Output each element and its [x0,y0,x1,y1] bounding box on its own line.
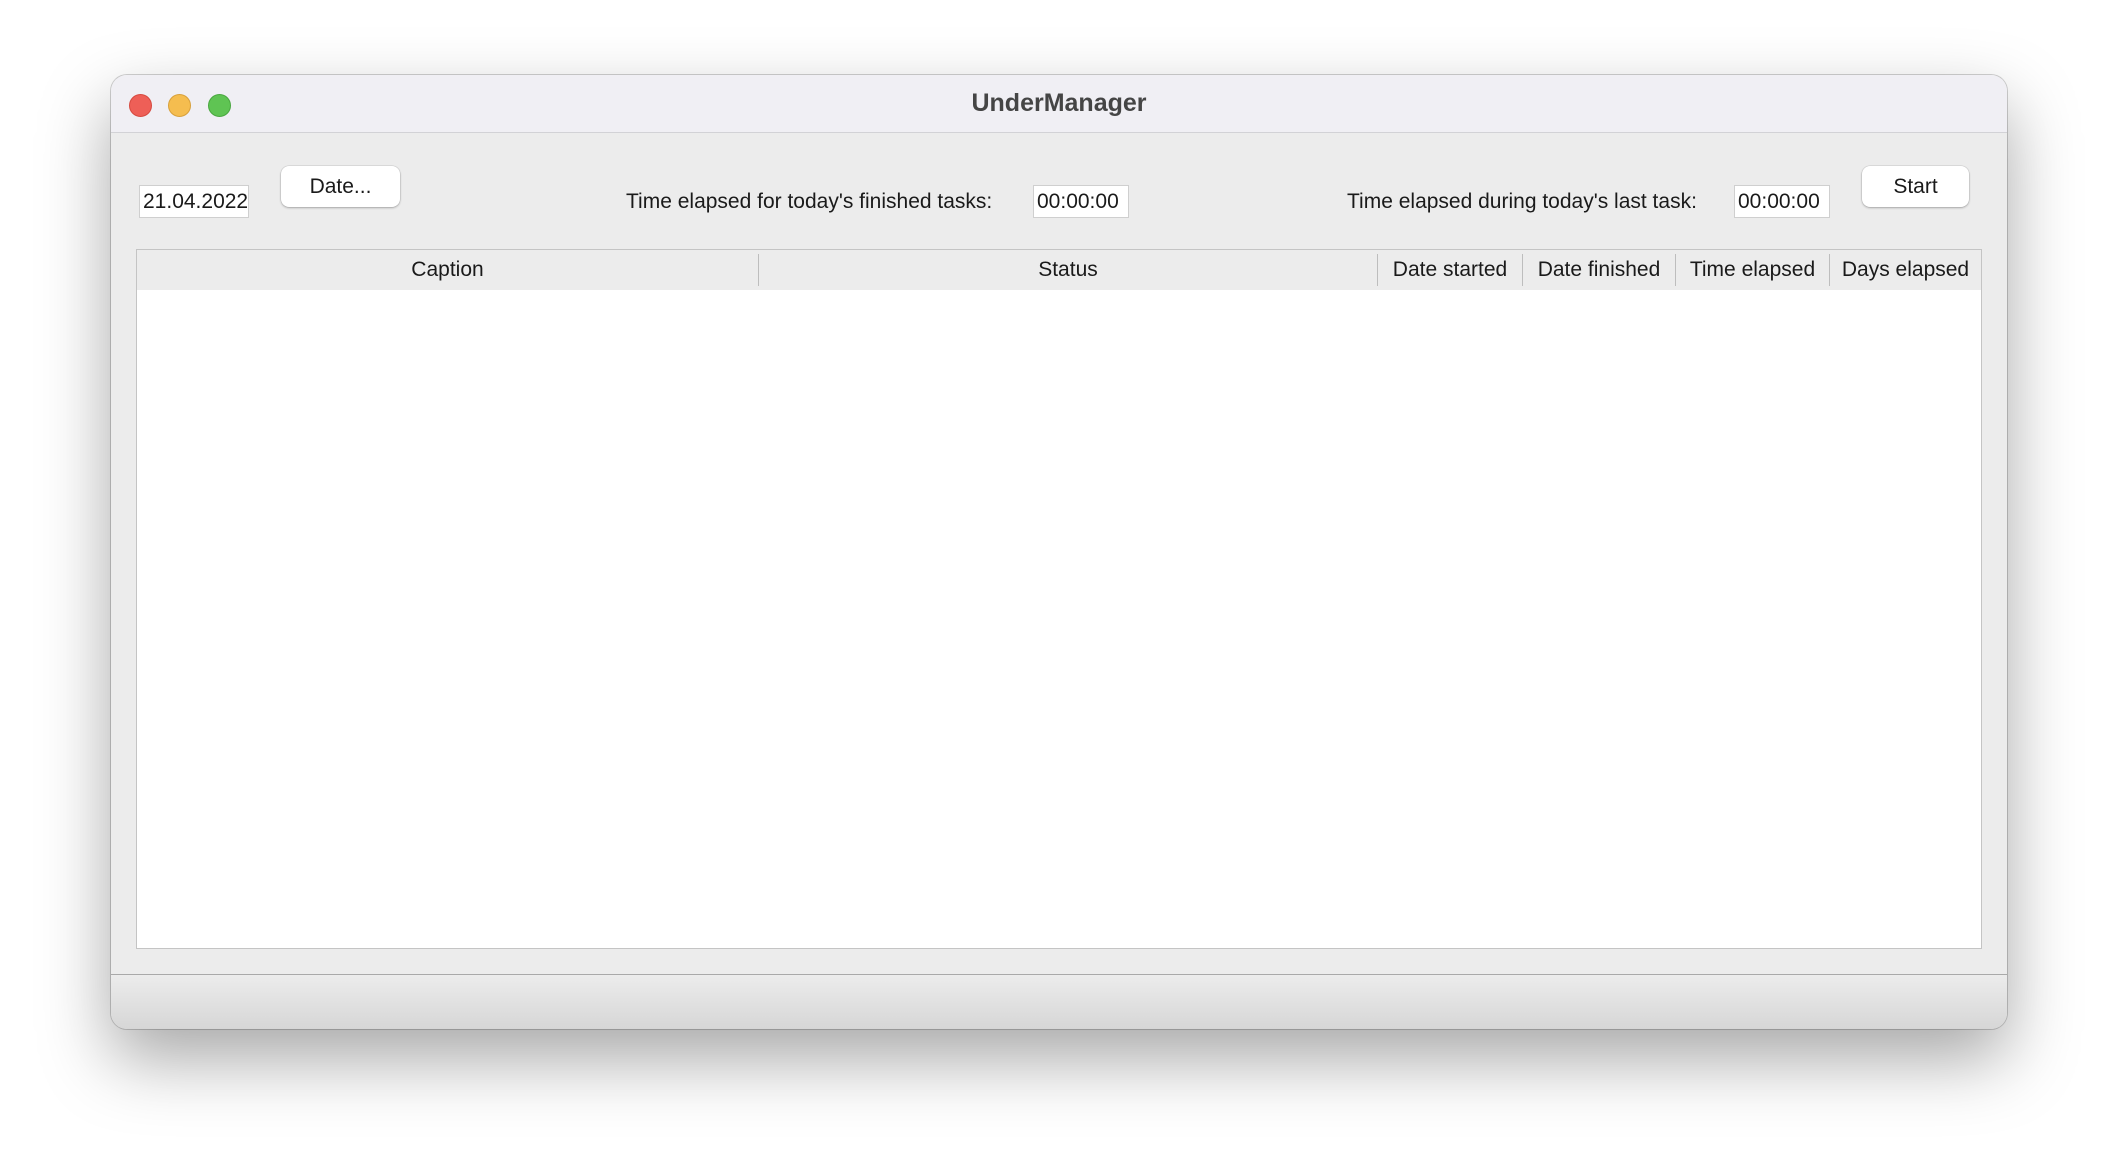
date-field[interactable]: 21.04.2022 [139,185,249,218]
column-header-date-finished[interactable]: Date finished [1523,250,1675,290]
finished-tasks-label: Time elapsed for today's finished tasks: [626,190,993,213]
last-task-label: Time elapsed during today's last task: [1347,190,1697,213]
column-header-days-elapsed[interactable]: Days elapsed [1830,250,1981,290]
title-bar[interactable]: UnderManager [111,75,2007,133]
app-window: UnderManager 21.04.2022 Date... Time ela… [111,75,2007,1029]
table-header: Caption Status Date started Date finishe… [137,250,1981,290]
date-picker-button[interactable]: Date... [281,166,400,207]
window-title: UnderManager [971,89,1147,117]
column-header-caption[interactable]: Caption [137,250,758,290]
start-button[interactable]: Start [1862,166,1969,207]
column-header-date-started[interactable]: Date started [1378,250,1522,290]
table-body[interactable] [137,290,1981,948]
window-footer [111,974,2007,1029]
column-header-time-elapsed[interactable]: Time elapsed [1676,250,1829,290]
last-task-time-field[interactable]: 00:00:00 [1734,185,1830,218]
finished-tasks-time-field[interactable]: 00:00:00 [1033,185,1129,218]
tasks-table[interactable]: Caption Status Date started Date finishe… [136,249,1982,949]
column-header-status[interactable]: Status [759,250,1377,290]
